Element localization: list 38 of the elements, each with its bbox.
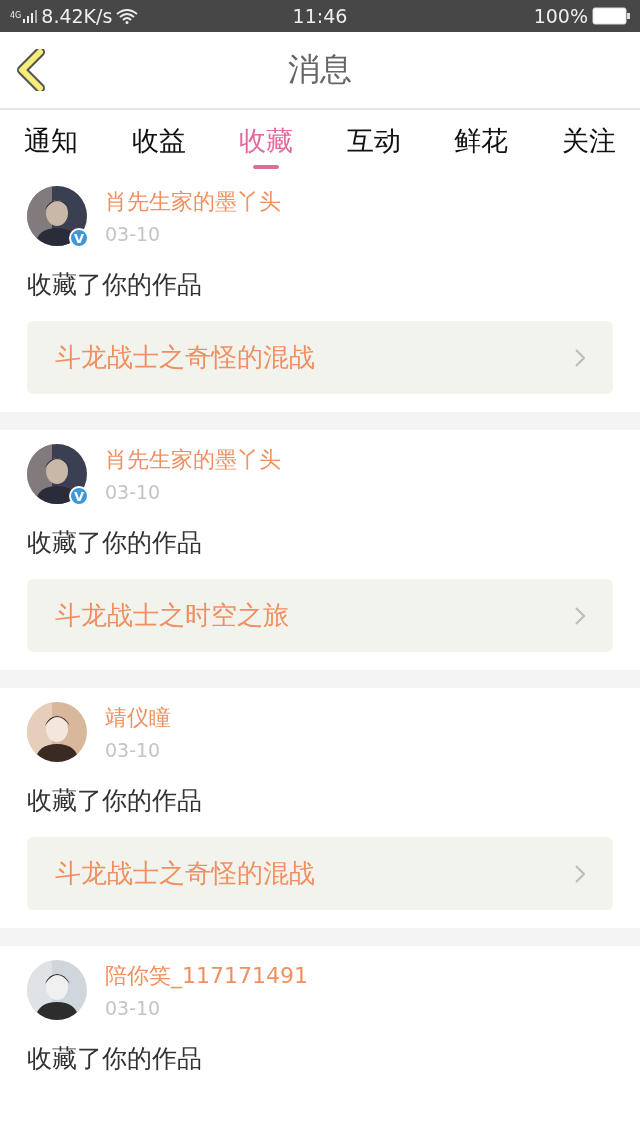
clock: 11:46 <box>291 5 349 27</box>
tab[interactable]: 通知 <box>24 110 78 172</box>
message-text: 收藏了你的作品 <box>27 269 203 301</box>
work-link[interactable]: 斗龙战士之时空之旅 <box>27 579 613 652</box>
network-speed: 8.42K/s <box>41 5 113 27</box>
user-name[interactable]: 肖先生家的墨丫头 <box>105 187 281 217</box>
tab[interactable]: 鲜花 <box>454 110 509 172</box>
message-text: 收藏了你的作品 <box>27 527 203 559</box>
message-date: 03-10 <box>105 739 162 761</box>
message-date: 03-10 <box>105 223 162 245</box>
signal-icon <box>23 9 38 23</box>
tab[interactable]: 互动 <box>346 110 401 172</box>
battery-percent: 100% <box>533 5 588 27</box>
verified-badge: V <box>69 228 89 248</box>
user-name[interactable]: 陪你笑_117171491 <box>105 961 308 991</box>
work-link[interactable]: 斗龙战士之奇怪的混战 <box>27 321 613 394</box>
user-name[interactable]: 肖先生家的墨丫头 <box>105 445 281 475</box>
tab[interactable]: 关注 <box>561 110 616 172</box>
message-date: 03-10 <box>105 481 162 503</box>
page-title: 消息 <box>288 49 352 90</box>
work-title: 斗龙战士之奇怪的混战 <box>55 857 315 890</box>
back-icon[interactable] <box>16 49 48 91</box>
battery-icon <box>592 7 630 25</box>
work-title: 斗龙战士之时空之旅 <box>55 599 289 632</box>
user-name[interactable]: 靖仪瞳 <box>105 703 171 733</box>
chevron-right-icon <box>575 348 585 367</box>
message-text: 收藏了你的作品 <box>27 1043 203 1075</box>
verified-badge: V <box>69 486 89 506</box>
chevron-right-icon <box>575 864 585 883</box>
message-text: 收藏了你的作品 <box>27 785 203 817</box>
tab[interactable]: 收益 <box>131 110 186 172</box>
wifi-icon <box>116 8 139 24</box>
work-link[interactable]: 斗龙战士之奇怪的混战 <box>27 837 613 910</box>
work-title: 斗龙战士之奇怪的混战 <box>55 341 315 374</box>
message-date: 03-10 <box>105 997 162 1019</box>
network-label: 4G <box>10 11 22 20</box>
chevron-right-icon <box>575 606 585 625</box>
tab[interactable]: 收藏 <box>239 110 294 172</box>
